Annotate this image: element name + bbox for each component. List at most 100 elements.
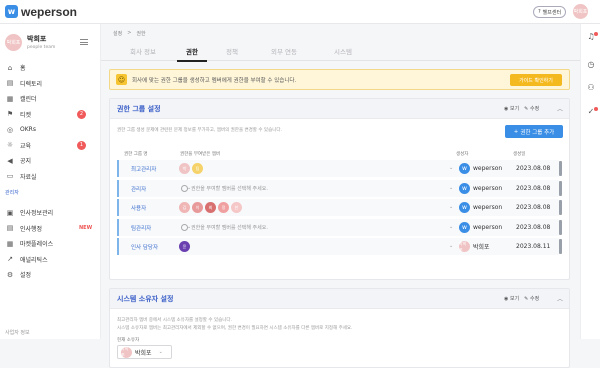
help-center-button[interactable]: ? 헬프센터 — [533, 6, 567, 18]
logo-mark-icon: w — [5, 5, 18, 18]
flag-icon: ⚑ — [6, 110, 14, 119]
drag-handle[interactable] — [559, 161, 562, 176]
creator-name: weperson — [473, 184, 503, 192]
owner-edit-button[interactable]: ✎ 수정 — [524, 295, 539, 302]
sidebar-item-7[interactable]: ▭ 자료실 — [0, 169, 100, 185]
add-permission-group-button[interactable]: + 권한 그룹 추가 — [505, 125, 563, 138]
megaphone-icon: ◀ — [7, 156, 13, 165]
sidebar-item-1[interactable]: ▤ 인사행정 NEW — [0, 221, 100, 237]
group-name[interactable]: 사용자 — [131, 204, 146, 212]
tab-4[interactable]: 시스템 — [315, 41, 371, 61]
sidebar-item-label: 티켓 — [20, 111, 32, 119]
member-avatar: 김 — [179, 202, 190, 213]
right-toolbar: ♫ ◷ ⚇ ✓ — [580, 24, 600, 339]
clock-icon[interactable]: ◷ — [586, 60, 596, 70]
group-name[interactable]: 관리자 — [131, 185, 146, 193]
sidebar-item-1[interactable]: ▤ 디렉토리 — [0, 76, 100, 92]
creator-name: 박희포 — [473, 244, 490, 251]
table-row[interactable]: 관리자 ⌄ 권한을 부여할 멤버를 선택해 주세요. ⌄ w weperson 2023.0… — [117, 179, 559, 197]
sidebar-item-5[interactable]: ☼ 교육 1 — [0, 138, 100, 154]
edit-button[interactable]: ✎ 수정 — [524, 105, 539, 112]
sidebar-item-label: 디렉토리 — [20, 80, 43, 88]
created-date: 2023.08.08 — [516, 165, 551, 172]
table-row[interactable]: 인사 담당자⌄윤⌄박희포박희포2023.08.11 — [117, 238, 559, 255]
table-row[interactable]: 팀관리자 ⌄ 권한을 부여할 멤버를 선택해 주세요. ⌄ w weperson 2023.… — [117, 218, 559, 236]
top-bar: w weperson ? 헬프센터 박희포 — [0, 0, 600, 24]
sidebar-item-label: 인사행정 — [20, 225, 43, 233]
tab-3[interactable]: 외부 연동 — [253, 41, 315, 61]
menu-toggle-icon[interactable] — [80, 39, 88, 45]
dropdown-icon[interactable]: ⌄ — [449, 165, 453, 171]
created-date: 2023.08.08 — [516, 184, 551, 192]
member-chips[interactable]: 김이최정한 — [179, 202, 242, 213]
folder-icon: ▭ — [6, 172, 14, 181]
permission-group-panel: 권한 그룹 설정 ◉ 보기 ✎ 수정 ︿ 권한 그룹 생성 문제에 관련된 문제… — [109, 98, 570, 280]
owner-collapse-icon[interactable]: ︿ — [557, 294, 563, 303]
view-button[interactable]: ◉ 보기 — [504, 105, 519, 112]
group-name[interactable]: 팀관리자 — [131, 224, 151, 232]
home-icon: ⌂ — [7, 63, 13, 72]
profile-card[interactable]: 박희포 박희포 people team — [0, 24, 100, 60]
drag-handle[interactable] — [559, 180, 562, 196]
member-chips[interactable]: 박팀 — [179, 163, 203, 174]
drag-handle[interactable] — [559, 219, 562, 235]
help-label: 헬프센터 — [542, 9, 562, 16]
dropdown-icon[interactable]: ⌄ — [449, 204, 453, 210]
business-info-link[interactable]: 사업자 정보 — [5, 329, 30, 336]
sidebar-item-3[interactable]: ⚑ 티켓 2 — [0, 107, 100, 123]
member-chips[interactable]: 윤 — [179, 241, 190, 252]
table-row[interactable]: 최고관리자⌄박팀⌄wweperson2023.08.08 — [117, 160, 559, 177]
tab-1[interactable]: 권한 — [173, 41, 211, 62]
collapse-icon[interactable]: ︿ — [557, 104, 563, 113]
market-icon: ▦ — [6, 239, 14, 248]
edit-label: 수정 — [529, 106, 540, 112]
tab-2[interactable]: 정책 — [211, 41, 253, 61]
dropdown-icon[interactable]: ⌄ — [449, 224, 453, 230]
drag-handle[interactable] — [559, 239, 562, 254]
member-avatar: 팀 — [192, 163, 203, 174]
sidebar-item-0[interactable]: ⌂ 홈 — [0, 60, 100, 76]
sidebar-item-2[interactable]: ▦ 마켓플레이스 — [0, 236, 100, 252]
owner-view-button[interactable]: ◉ 보기 — [504, 295, 519, 302]
dropdown-icon[interactable]: ⌄ — [449, 185, 453, 191]
user-avatar[interactable]: 박희포 — [573, 4, 588, 19]
sidebar-item-3[interactable]: ↗ 애널리틱스 — [0, 252, 100, 268]
weperson-logo-icon: w — [459, 221, 470, 233]
drag-handle[interactable] — [559, 200, 562, 215]
sidebar-item-2[interactable]: ▦ 캘린더 — [0, 91, 100, 107]
admin-section-label: 관리자 — [5, 190, 19, 196]
breadcrumb-settings[interactable]: 설정 — [113, 30, 122, 37]
panel-title: 권한 그룹 설정 — [117, 104, 161, 113]
creator-name: weperson — [473, 223, 503, 231]
group-name[interactable]: 최고관리자 — [131, 165, 156, 173]
main-nav: ⌂ 홈 ▤ 디렉토리 ▦ 캘린더 ⚑ 티켓 2 ◎ OKRs ☼ 교육 1 ◀ 공지 ▭ 자료실 — [0, 60, 100, 184]
weperson-logo-icon: w — [459, 202, 470, 213]
group-name[interactable]: 인사 담당자 — [131, 243, 158, 251]
eye-icon: ◉ — [504, 106, 509, 112]
table-row[interactable]: 사용자⌄김이최정한⌄wweperson2023.08.08 — [117, 199, 559, 216]
sidebar-item-6[interactable]: ◀ 공지 — [0, 153, 100, 169]
owner-select[interactable]: 박희포 박희포 ⌄ — [117, 345, 172, 359]
admin-nav: ▣ 인사정보관리 ▤ 인사행정 NEW ▦ 마켓플레이스 ↗ 애널리틱스 ⚙ 설정 — [0, 205, 100, 283]
sidebar-item-4[interactable]: ⚙ 설정 — [0, 267, 100, 283]
creator: w weperson — [459, 163, 502, 174]
guide-button[interactable]: 가이드 확인하기 — [510, 74, 562, 86]
count-badge: 2 — [77, 109, 86, 119]
logo[interactable]: w weperson — [5, 5, 77, 19]
tab-0[interactable]: 회사 정보 — [113, 41, 173, 61]
dropdown-icon[interactable]: ⌄ — [449, 243, 453, 249]
created-date: 2023.08.11 — [516, 243, 551, 250]
member-select[interactable]: 권한을 부여할 멤버를 선택해 주세요. — [181, 184, 268, 192]
owner-edit-label: 수정 — [529, 296, 540, 302]
hr-info-icon: ▣ — [6, 208, 14, 217]
sidebar-item-0[interactable]: ▣ 인사정보관리 — [0, 205, 100, 221]
weperson-logo-icon: w — [459, 182, 470, 194]
owner-label: 현재 소유자 — [117, 338, 140, 343]
sidebar-item-label: 홈 — [20, 65, 26, 73]
created-date: 2023.08.08 — [516, 204, 551, 211]
creator: w weperson — [459, 182, 503, 194]
sidebar-item-4[interactable]: ◎ OKRs — [0, 122, 100, 138]
people-icon[interactable]: ⚇ — [586, 83, 596, 93]
breadcrumb-permission: 권한 — [136, 31, 146, 37]
member-select[interactable]: 권한을 부여할 멤버를 선택해 주세요. — [181, 223, 268, 231]
